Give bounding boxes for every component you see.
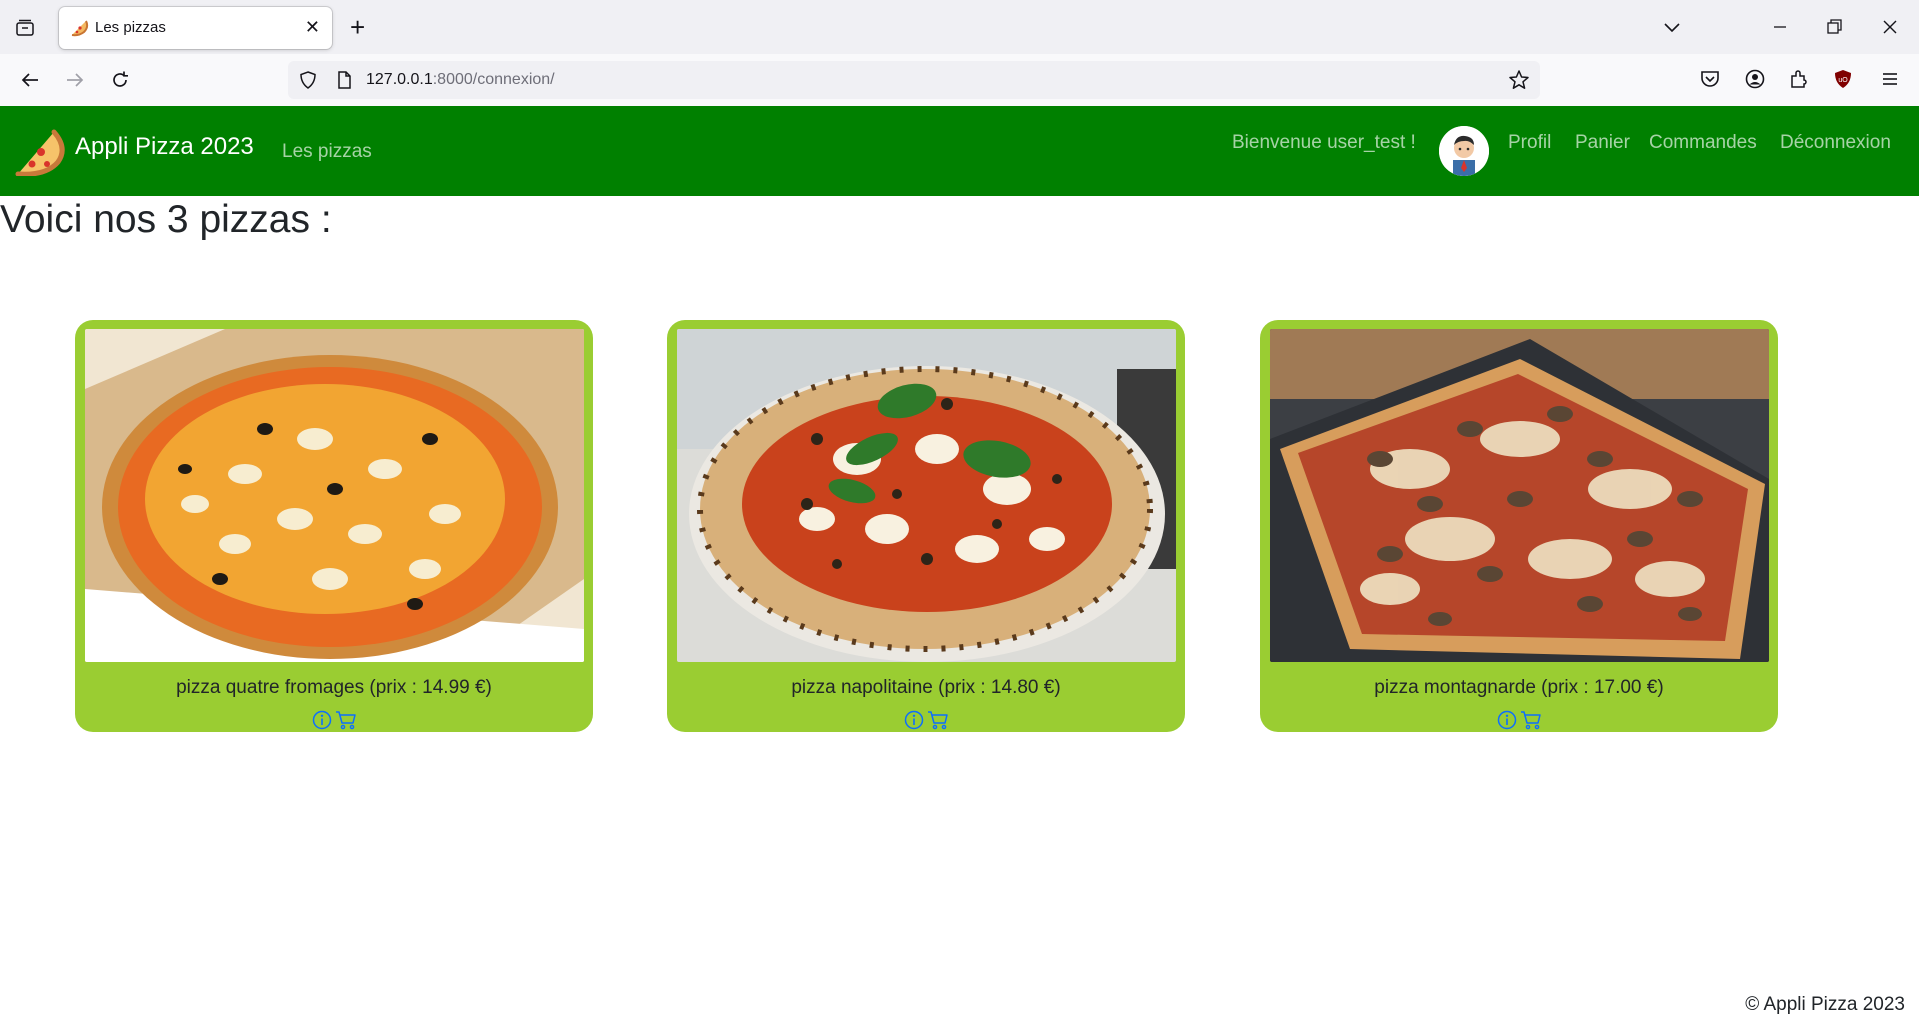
brand-name[interactable]: Appli Pizza 2023 (75, 133, 254, 161)
cart-icon[interactable] (1520, 709, 1542, 731)
nav-link-pizzas[interactable]: Les pizzas (282, 141, 372, 163)
nav-link-cart[interactable]: Panier (1575, 132, 1630, 154)
svg-text:uO: uO (1838, 77, 1848, 84)
pizza-card: pizza napolitaine (prix : 14.80 €) (667, 320, 1185, 732)
reload-icon[interactable] (106, 66, 134, 94)
page-title: Voici nos 3 pizzas : (0, 198, 332, 241)
url-path: :8000/connexion/ (432, 71, 555, 88)
pizza-favicon-icon (69, 17, 89, 37)
pizza-card: pizza quatre fromages (prix : 14.99 €) (75, 320, 593, 732)
back-icon[interactable] (16, 66, 44, 94)
pizza-caption: pizza quatre fromages (prix : 14.99 €) (176, 677, 492, 698)
avatar[interactable] (1439, 126, 1489, 176)
close-icon[interactable] (1878, 15, 1902, 39)
info-icon[interactable] (1496, 709, 1518, 731)
card-actions (75, 709, 593, 731)
url-host: 127.0.0.1 (366, 71, 433, 88)
shield-icon[interactable] (298, 70, 318, 90)
pizza-caption: pizza montagnarde (prix : 17.00 €) (1374, 677, 1664, 698)
minimize-icon[interactable] (1768, 15, 1792, 39)
pizza-image (677, 329, 1176, 662)
bookmark-star-icon[interactable] (1508, 69, 1530, 91)
cart-icon[interactable] (927, 709, 949, 731)
pocket-icon[interactable] (1698, 67, 1722, 91)
welcome-text: Bienvenue user_test ! (1232, 132, 1416, 153)
pizza-card: pizza montagnarde (prix : 17.00 €) (1260, 320, 1778, 732)
pizza-logo-icon[interactable] (14, 124, 66, 177)
browser-tab-bar: Les pizzas ✕ + (0, 0, 1919, 54)
browser-toolbar: 127.0.0.1:8000/connexion/ uO (0, 54, 1919, 107)
nav-link-logout[interactable]: Déconnexion (1780, 132, 1891, 154)
url-bar[interactable]: 127.0.0.1:8000/connexion/ (288, 61, 1540, 99)
menu-icon[interactable] (1878, 67, 1902, 91)
extensions-icon[interactable] (1787, 67, 1811, 91)
card-actions (1260, 709, 1778, 731)
cart-icon[interactable] (335, 709, 357, 731)
site-navbar: Appli Pizza 2023 Les pizzas Bienvenue us… (0, 106, 1919, 196)
pizza-image (85, 329, 584, 662)
chevron-down-icon[interactable] (1660, 15, 1684, 39)
info-icon[interactable] (311, 709, 333, 731)
close-icon[interactable]: ✕ (305, 18, 320, 36)
browser-tab[interactable]: Les pizzas ✕ (59, 7, 332, 49)
nav-link-orders[interactable]: Commandes (1649, 132, 1757, 154)
nav-link-profile[interactable]: Profil (1508, 132, 1551, 154)
tab-title: Les pizzas (95, 19, 166, 36)
ublock-icon[interactable]: uO (1831, 67, 1855, 91)
footer-text: © Appli Pizza 2023 (1745, 994, 1905, 1015)
info-icon[interactable] (903, 709, 925, 731)
tab-list-icon[interactable] (10, 15, 40, 41)
pizza-image (1270, 329, 1769, 662)
pizza-caption: pizza napolitaine (prix : 14.80 €) (791, 677, 1061, 698)
card-actions (667, 709, 1185, 731)
page-icon[interactable] (334, 70, 354, 90)
forward-icon[interactable] (61, 66, 89, 94)
account-icon[interactable] (1743, 67, 1767, 91)
url-text[interactable]: 127.0.0.1:8000/connexion/ (366, 71, 555, 89)
plus-icon[interactable]: + (350, 14, 365, 40)
restore-icon[interactable] (1822, 15, 1846, 39)
